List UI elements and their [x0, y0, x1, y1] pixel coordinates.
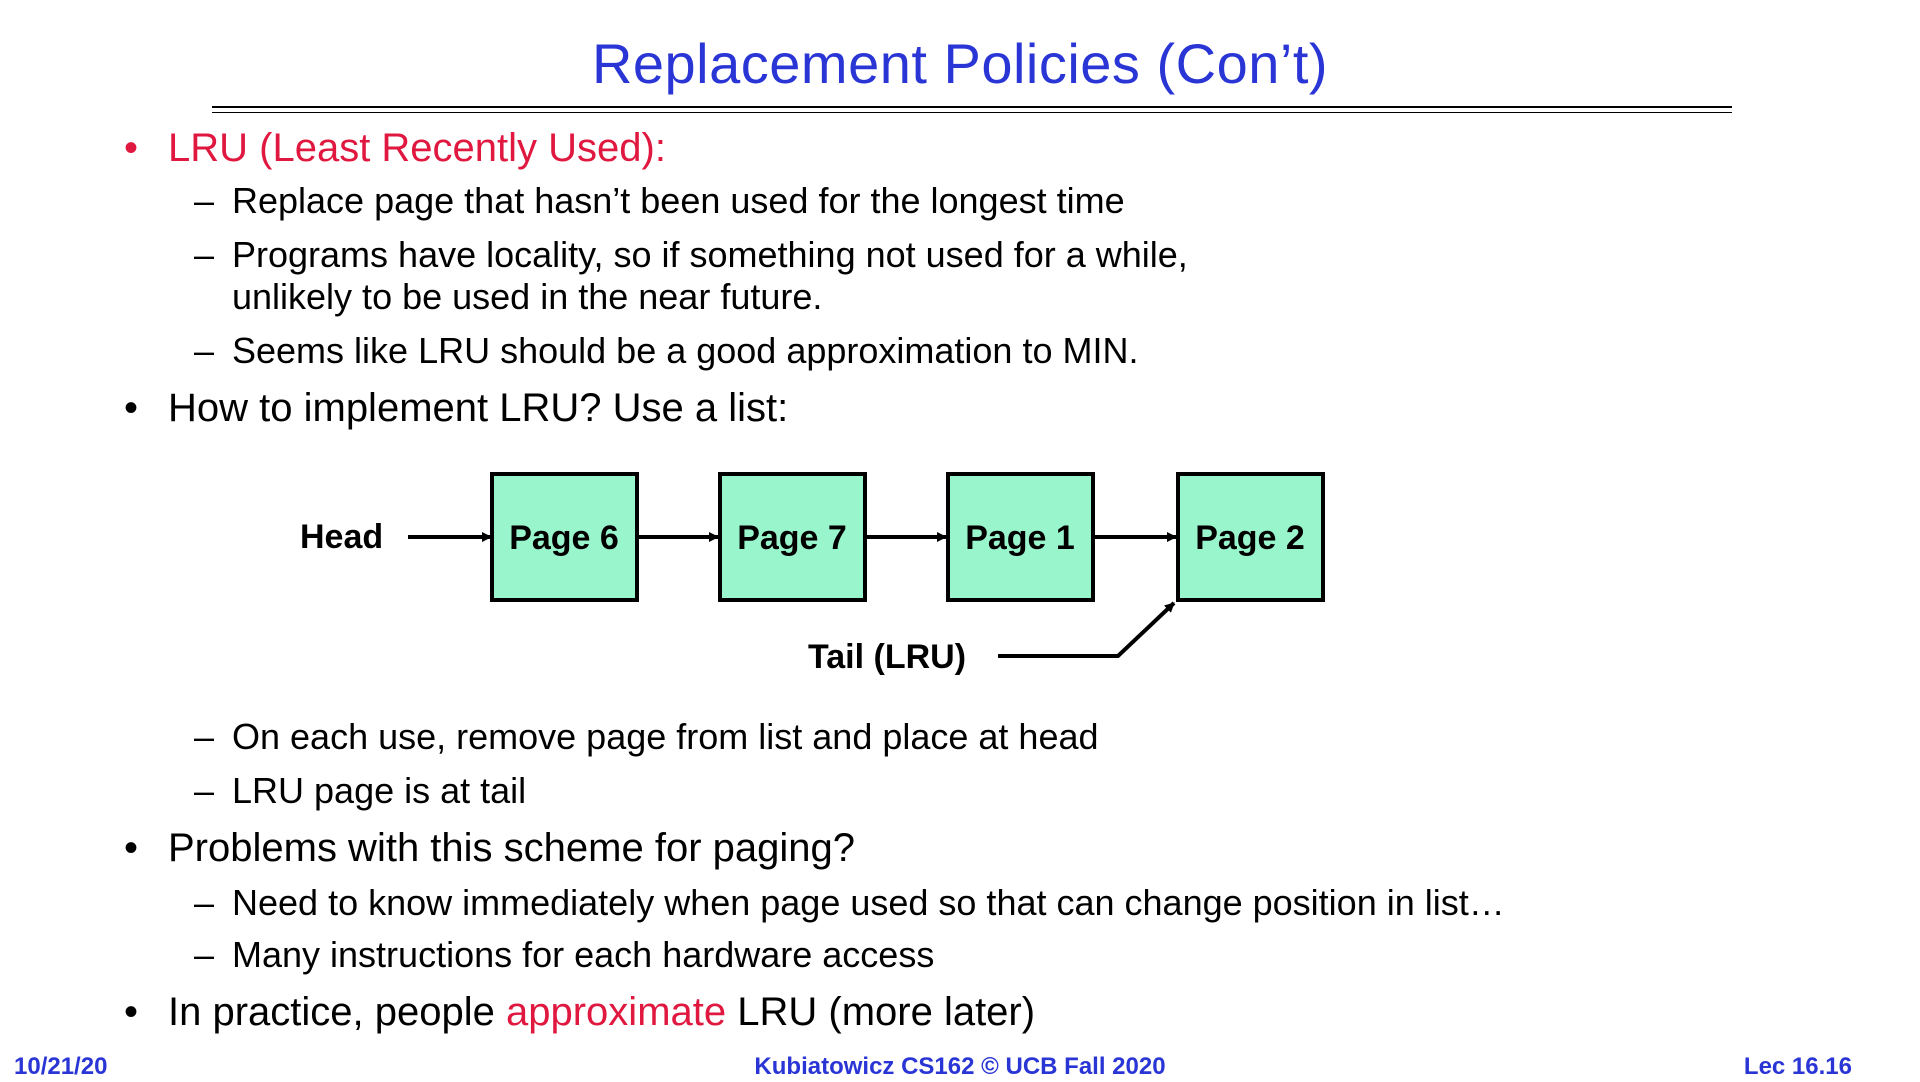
dash-marker: – [194, 716, 215, 757]
page-node: Page 6 [490, 472, 639, 602]
page-node: Page 7 [718, 472, 867, 602]
page-label: Page 7 [737, 519, 847, 557]
footer-course: Kubiatowicz CS162 © UCB Fall 2020 [754, 1053, 1166, 1080]
sub-bullet: – On each use, remove page from list and … [194, 716, 1099, 758]
page-label: Page 2 [1195, 519, 1305, 557]
sub-bullet-text: Many instructions for each hardware acce… [232, 934, 935, 975]
footer-lecture: Lec 16.16 [1743, 1053, 1852, 1080]
bullet-marker: • [124, 826, 139, 870]
tail-arrow [998, 601, 1176, 658]
slide: Replacement Policies (Con’t) • LRU (Least… [0, 0, 1920, 1080]
page-label: Page 6 [509, 519, 619, 557]
sub-bullet-text: Need to know immediately when page used … [232, 882, 1505, 923]
head-label: Head [300, 518, 383, 556]
sub-bullet: – Many instructions for each hardware acc… [194, 934, 934, 976]
sub-bullet-text: On each use, remove page from list and p… [232, 716, 1099, 757]
dash-marker: – [194, 934, 215, 975]
page-node: Page 1 [946, 472, 1095, 602]
dash-marker: – [194, 882, 215, 923]
approximate-highlight: approximate [506, 990, 727, 1034]
in-practice-suffix: LRU (more later) [726, 990, 1036, 1034]
in-practice-prefix: In practice, people [168, 990, 506, 1034]
sub-bullet: – Need to know immediately when page used… [194, 882, 1505, 924]
sub-bullet-text: LRU page is at tail [232, 770, 527, 811]
bullet-problems-text: Problems with this scheme for paging? [168, 826, 855, 870]
page-label: Page 1 [965, 519, 1075, 557]
bullet-marker: • [124, 990, 139, 1034]
bullet-in-practice: • In practice, people approximate LRU (mo… [124, 988, 1035, 1036]
sub-bullet: – LRU page is at tail [194, 770, 526, 812]
tail-label: Tail (LRU) [808, 638, 966, 676]
page-node: Page 2 [1176, 472, 1325, 602]
bullet-problems: • Problems with this scheme for paging? [124, 824, 855, 872]
bullet-in-practice-text: In practice, people approximate LRU (mor… [168, 988, 1035, 1036]
dash-marker: – [194, 770, 215, 811]
